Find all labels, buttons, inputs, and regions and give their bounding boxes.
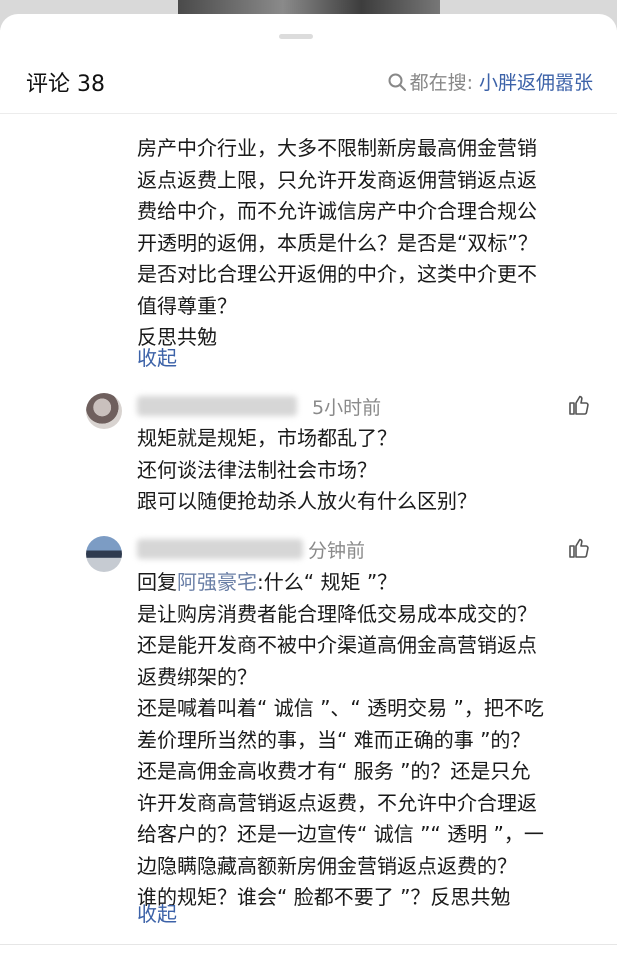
collapse-button[interactable]: 收起	[137, 898, 177, 927]
reply-prefix: 回复	[137, 570, 177, 594]
search-prefix: 都在搜:	[409, 72, 473, 94]
comment-time: 5小时前	[312, 397, 382, 419]
search-icon	[388, 73, 406, 91]
hot-search-link[interactable]: 都在搜: 小胖返佣嚣张	[387, 68, 593, 95]
comments-title: 评论 38	[26, 72, 105, 97]
avatar[interactable]	[86, 536, 122, 572]
comment-time: 分钟前	[308, 540, 366, 562]
reply-text: :什么“ 规矩 ”？	[257, 570, 398, 594]
comment-b-reply-line: 回复阿强豪宅:什么“ 规矩 ”？	[137, 567, 597, 599]
thumbs-up-icon[interactable]	[567, 393, 591, 417]
thumbs-up-icon[interactable]	[567, 536, 591, 560]
sheet-grabber[interactable]	[279, 34, 313, 39]
comment-a-text: 规矩就是规矩，市场都乱了？ 还何谈法律法制社会市场？ 跟可以随便抢劫杀人放火有什…	[137, 426, 477, 513]
bottom-divider	[0, 944, 617, 945]
avatar[interactable]	[86, 393, 122, 429]
collapse-button[interactable]: 收起	[137, 342, 177, 371]
reply-to-user[interactable]: 阿强豪宅	[177, 570, 257, 594]
username-blurred[interactable]	[137, 396, 297, 416]
comment-b-text: 是让购房消费者能合理降低交易成本成交的？ 还是能开发商不被中介渠道高佣金高营销返…	[137, 601, 544, 910]
comment-top-text: 房产中介行业，大多不限制新房最高佣金营销 返点返费上限，只允许开发商返佣营销返点…	[137, 136, 538, 349]
header-divider	[0, 113, 617, 114]
search-term[interactable]: 小胖返佣嚣张	[479, 68, 593, 95]
username-blurred[interactable]	[137, 539, 303, 559]
